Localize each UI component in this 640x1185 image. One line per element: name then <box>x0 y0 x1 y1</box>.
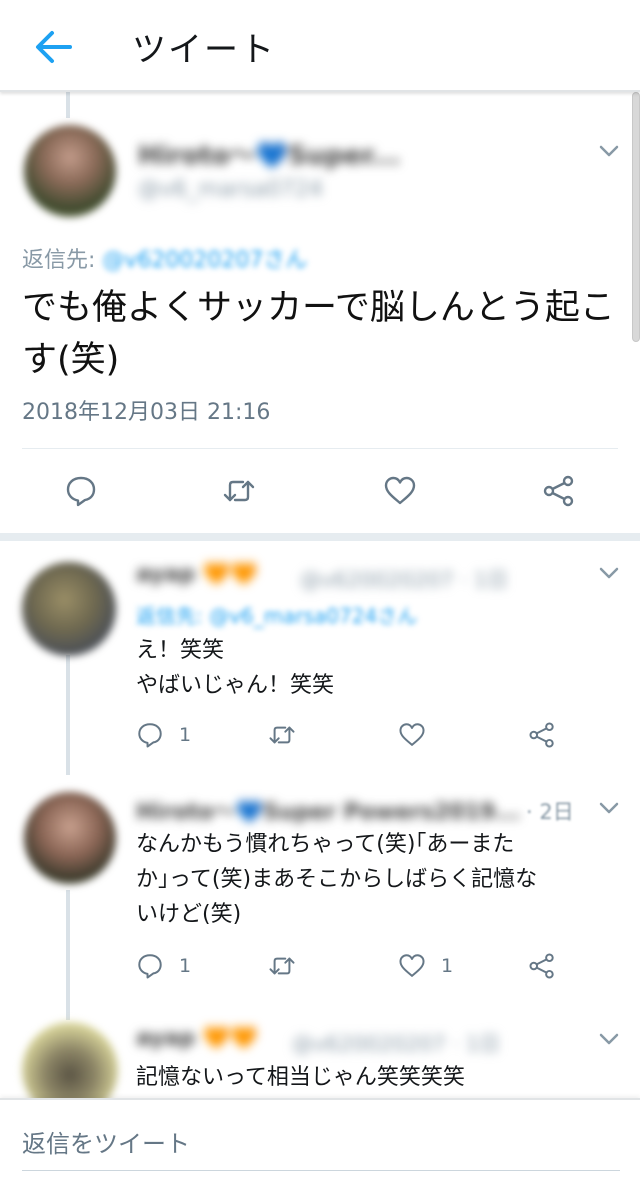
tweet-text-line: か｣って(笑)まあそこからしばらく記憶な <box>136 867 538 892</box>
tweet-text: 記憶ないって相当じゃん笑笑笑笑 <box>136 1060 606 1095</box>
tweet-meta[interactable]: · 2日 <box>526 796 574 826</box>
tweet-text-line: やばいじゃん！笑笑 <box>136 673 335 698</box>
chevron-down-icon[interactable] <box>598 1031 620 1045</box>
tweet-text: でも俺よくサッカーで脳しんとう起こす(笑) <box>22 288 615 380</box>
reply-to: 返信先: @v620020207さん <box>22 242 307 274</box>
scrollbar[interactable] <box>630 92 640 342</box>
reply-count: 1 <box>179 955 192 977</box>
scrollbar-thumb[interactable] <box>632 92 640 342</box>
tweet-text-line: なんかもう慣れちゃって(笑)｢あーまた <box>136 832 515 857</box>
author-name[interactable]: ayap 🧡🧡 <box>136 1026 258 1051</box>
author-name[interactable]: ayap 🧡🧡 <box>136 562 258 587</box>
reply-icon[interactable] <box>136 952 164 980</box>
chevron-down-icon[interactable] <box>598 565 620 579</box>
avatar[interactable] <box>24 125 116 217</box>
tweet-text-line: え！笑笑 <box>136 638 225 663</box>
tweet-timestamp[interactable]: 2018年12月03日 21:16 <box>22 394 270 426</box>
tweet-meta[interactable]: @v620020207 · 1日 <box>292 1028 500 1058</box>
reply-input-underline <box>22 1170 620 1171</box>
author-handle[interactable]: @v6_marsa0724 <box>138 177 323 202</box>
tweet-text: なんかもう慣れちゃって(笑)｢あーまた か｣って(笑)まあそこからしばらく記憶な… <box>136 827 616 932</box>
tweet-meta[interactable]: @v620020207 · 1日 <box>300 564 508 594</box>
avatar[interactable] <box>22 562 116 656</box>
tweet-detail-screen: ツイート Hiroto〜💙Super... @v6_marsa0724 返信先:… <box>0 0 640 1185</box>
back-arrow-icon[interactable] <box>30 24 76 70</box>
like-icon[interactable] <box>398 721 426 749</box>
share-icon[interactable] <box>542 474 576 508</box>
tweet-text-line: 記憶ないって相当じゃん笑笑笑笑 <box>136 1065 465 1090</box>
reply-composer: 返信をツイート <box>0 1098 640 1185</box>
avatar[interactable] <box>24 792 116 884</box>
reply-to-user-link[interactable]: @v620020207さん <box>102 242 307 274</box>
divider <box>22 448 618 449</box>
like-icon[interactable] <box>383 474 417 508</box>
author-name[interactable]: Hiroto〜💙Super... <box>138 135 400 172</box>
reply-count: 1 <box>179 724 192 746</box>
retweet-icon[interactable] <box>268 952 296 980</box>
page-title: ツイート <box>132 30 276 70</box>
tweet-text-line: いけど(笑) <box>136 902 242 927</box>
share-icon[interactable] <box>528 952 556 980</box>
app-header: ツイート <box>0 0 640 92</box>
retweet-icon[interactable] <box>268 721 296 749</box>
author-name[interactable]: Hiroto〜💙Super Powers2019... <box>136 794 520 826</box>
chevron-down-icon[interactable] <box>598 143 620 157</box>
reply-to[interactable]: 返信先: @v6_marsa0724さん <box>136 600 417 629</box>
like-icon[interactable] <box>398 952 426 980</box>
reply-to-label: 返信先: <box>22 248 96 273</box>
reply-input[interactable]: 返信をツイート <box>22 1124 190 1159</box>
tweet-text: え！笑笑 やばいじゃん！笑笑 <box>136 633 606 703</box>
thread-line <box>66 890 70 1020</box>
reply-icon[interactable] <box>64 474 98 508</box>
thread-line <box>66 655 70 775</box>
thread-line <box>66 92 70 118</box>
share-icon[interactable] <box>528 721 556 749</box>
section-divider <box>0 533 640 541</box>
retweet-icon[interactable] <box>222 474 256 508</box>
reply-icon[interactable] <box>136 721 164 749</box>
chevron-down-icon[interactable] <box>598 800 620 814</box>
like-count: 1 <box>441 955 454 977</box>
